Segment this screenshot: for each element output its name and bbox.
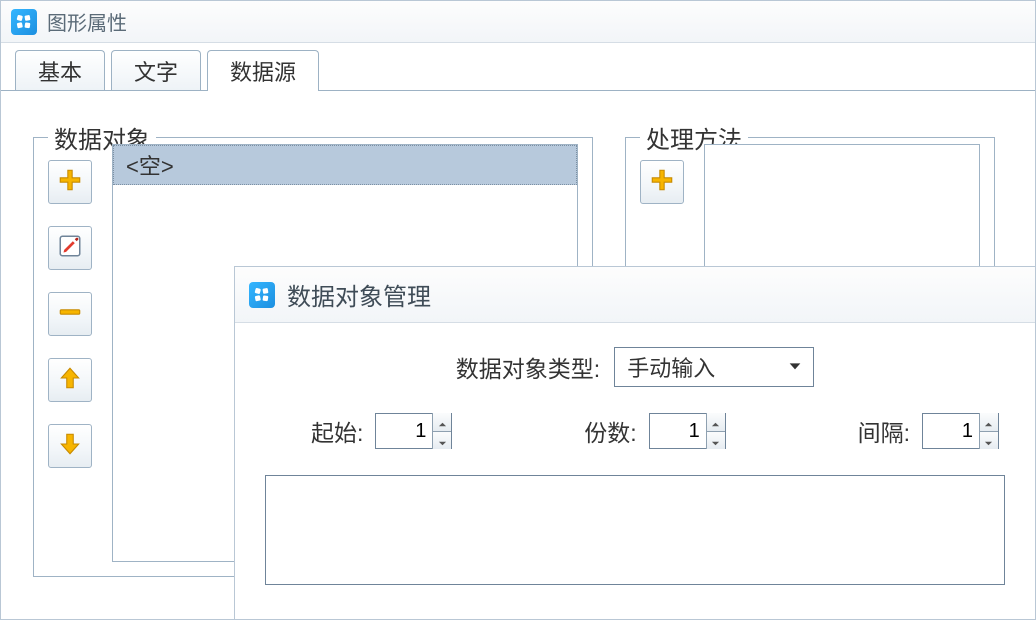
gap-field: 间隔: <box>858 413 999 449</box>
main-titlebar: 图形属性 <box>1 1 1035 43</box>
proc-toolbar <box>640 160 684 204</box>
data-object-dialog: 数据对象管理 数据对象类型: 手动输入 起始: <box>234 266 1036 620</box>
list-item[interactable]: <空> <box>113 145 577 185</box>
app-icon <box>11 9 37 35</box>
type-combo-value: 手动输入 <box>627 351 715 383</box>
arrow-down-icon <box>57 431 83 462</box>
start-spin <box>375 413 452 449</box>
pencil-icon <box>57 233 83 264</box>
plus-icon <box>649 167 675 198</box>
tab-text-label: 文字 <box>134 55 178 87</box>
start-label: 起始: <box>311 414 363 448</box>
app-icon <box>249 282 275 308</box>
dialog-title: 数据对象管理 <box>287 277 431 312</box>
dialog-titlebar: 数据对象管理 <box>235 267 1035 323</box>
arrow-up-icon <box>57 365 83 396</box>
start-down[interactable] <box>433 431 451 449</box>
data-toolbar <box>48 160 92 468</box>
tab-datasource[interactable]: 数据源 <box>207 50 319 90</box>
type-combo[interactable]: 手动输入 <box>614 347 814 387</box>
type-label: 数据对象类型: <box>456 350 600 384</box>
tab-text[interactable]: 文字 <box>111 50 201 90</box>
caret-down-icon <box>711 428 720 454</box>
gap-spin <box>922 413 999 449</box>
row-type: 数据对象类型: 手动输入 <box>265 347 1005 387</box>
list-item-label: <空> <box>126 149 174 181</box>
copies-field: 份数: <box>584 413 725 449</box>
caret-down-icon <box>438 428 447 454</box>
start-field: 起始: <box>311 413 452 449</box>
content-textarea[interactable] <box>265 475 1005 585</box>
copies-down[interactable] <box>707 431 725 449</box>
gap-input[interactable] <box>923 414 979 448</box>
tab-datasource-label: 数据源 <box>230 55 296 87</box>
gap-label: 间隔: <box>858 414 910 448</box>
move-down-button[interactable] <box>48 424 92 468</box>
window-title: 图形属性 <box>47 7 127 36</box>
tab-basic[interactable]: 基本 <box>15 50 105 90</box>
remove-button[interactable] <box>48 292 92 336</box>
dialog-body: 数据对象类型: 手动输入 起始: 份数: <box>235 323 1035 605</box>
minus-icon <box>57 299 83 330</box>
edit-button[interactable] <box>48 226 92 270</box>
chevron-down-icon <box>787 354 803 380</box>
copies-spin <box>649 413 726 449</box>
copies-input[interactable] <box>650 414 706 448</box>
copies-label: 份数: <box>584 414 636 448</box>
tab-basic-label: 基本 <box>38 55 82 87</box>
row-numbers: 起始: 份数: <box>265 413 1005 449</box>
tabstrip: 基本 文字 数据源 <box>1 43 1035 91</box>
add-button[interactable] <box>48 160 92 204</box>
start-input[interactable] <box>376 414 432 448</box>
move-up-button[interactable] <box>48 358 92 402</box>
plus-icon <box>57 167 83 198</box>
proc-add-button[interactable] <box>640 160 684 204</box>
gap-down[interactable] <box>980 431 998 449</box>
caret-down-icon <box>984 428 993 454</box>
